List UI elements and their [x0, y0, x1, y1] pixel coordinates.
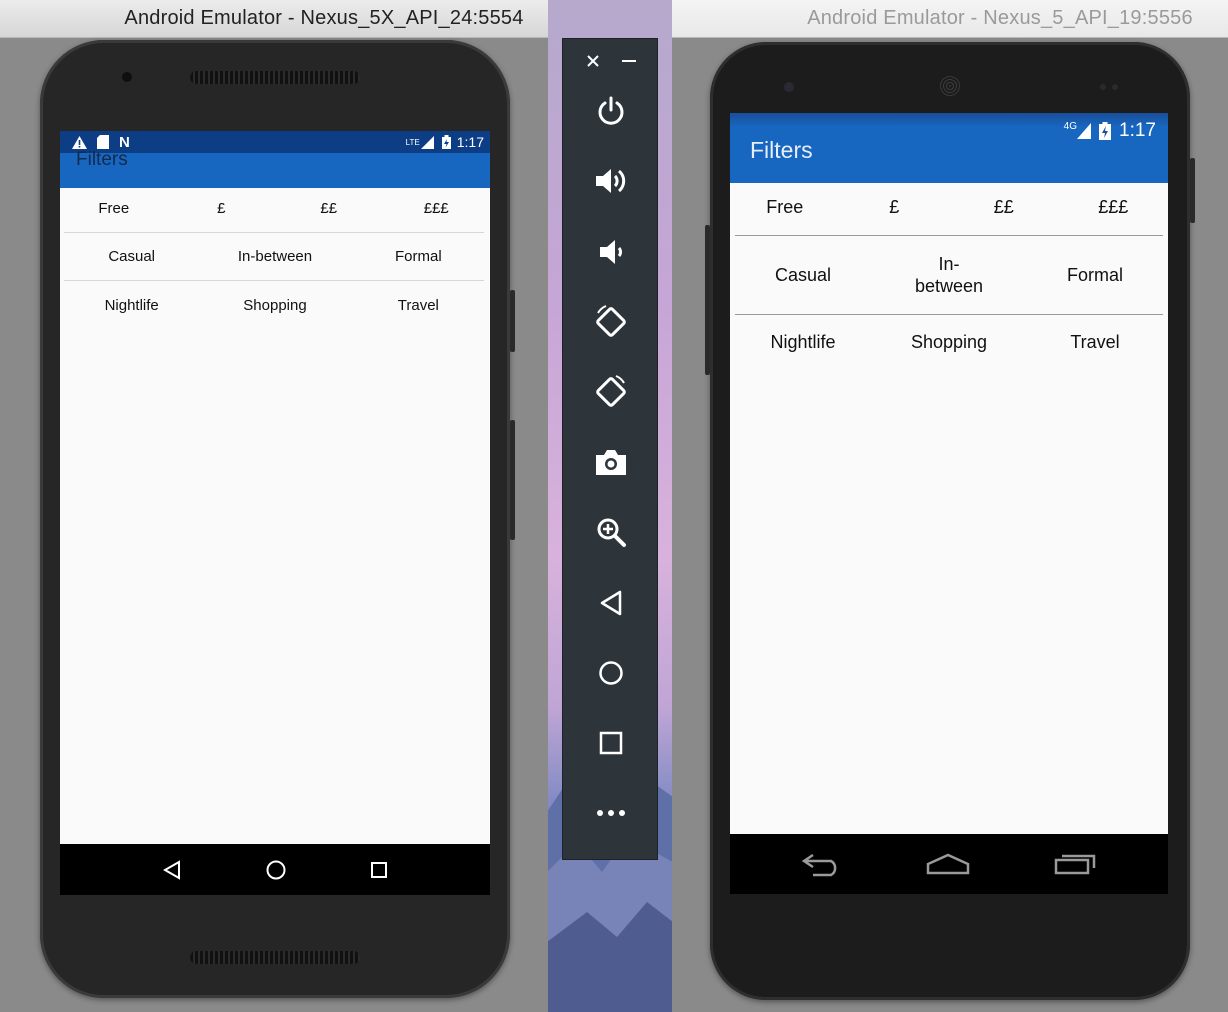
volume-side-button[interactable]	[510, 420, 515, 540]
earpiece-speaker	[940, 76, 960, 96]
filter-price-2[interactable]: ££	[949, 197, 1059, 219]
sd-card-icon	[97, 135, 109, 149]
style-filter-row: Casual In-between Formal	[60, 241, 490, 273]
power-button[interactable]	[563, 86, 659, 136]
more-icon	[597, 810, 625, 816]
row-divider	[735, 235, 1163, 236]
rotate-left-button[interactable]	[563, 297, 659, 347]
overview-button[interactable]	[563, 718, 659, 768]
volume-down-icon	[600, 240, 622, 264]
power-icon	[598, 96, 624, 125]
sensor-dot	[1112, 84, 1118, 90]
volume-side-button[interactable]	[705, 225, 710, 375]
filter-shopping[interactable]: Shopping	[203, 297, 346, 315]
filter-formal[interactable]: Formal	[1022, 265, 1168, 287]
volume-up-icon	[596, 169, 626, 193]
toolbar-header	[563, 49, 657, 73]
window-title: Android Emulator - Nexus_5_API_19:5556	[807, 7, 1193, 29]
zoom-icon	[597, 518, 626, 547]
filter-nightlife[interactable]: Nightlife	[730, 332, 876, 354]
rotate-right-icon	[596, 375, 626, 407]
overview-icon	[599, 731, 623, 755]
camera-icon	[596, 450, 626, 475]
status-bar: 4G 1:17	[730, 113, 1168, 149]
network-type-label: 4G	[1063, 121, 1078, 132]
filter-travel[interactable]: Travel	[347, 297, 490, 315]
n-notification-icon: N	[119, 133, 130, 151]
filter-formal[interactable]: Formal	[347, 248, 490, 266]
home-icon	[599, 661, 623, 685]
filter-in-between[interactable]: In-between	[203, 248, 346, 266]
zoom-button[interactable]	[563, 507, 659, 557]
back-nav-icon[interactable]	[162, 859, 182, 880]
row-divider	[64, 232, 484, 233]
recents-nav-icon[interactable]	[1053, 852, 1097, 876]
battery-charging-icon	[1099, 122, 1112, 140]
row-divider	[735, 314, 1163, 315]
more-button[interactable]	[563, 788, 659, 838]
volume-up-button[interactable]	[563, 156, 659, 206]
recents-nav-icon[interactable]	[370, 861, 388, 879]
emulator-toolbar	[562, 38, 658, 860]
window-title: Android Emulator - Nexus_5X_API_24:5554	[124, 7, 524, 29]
home-nav-icon[interactable]	[925, 852, 971, 876]
window-titlebar[interactable]: Android Emulator - Nexus_5X_API_24:5554	[0, 0, 548, 38]
minimize-icon[interactable]	[622, 60, 636, 63]
rotate-left-icon	[596, 305, 626, 337]
home-button[interactable]	[563, 648, 659, 698]
home-nav-icon[interactable]	[265, 859, 287, 881]
filter-casual[interactable]: Casual	[60, 248, 203, 266]
sensor-dot	[1100, 84, 1106, 90]
filter-price-3[interactable]: £££	[1059, 197, 1169, 219]
power-side-button[interactable]	[510, 290, 515, 352]
bottom-speaker	[190, 951, 360, 964]
filter-casual[interactable]: Casual	[730, 265, 876, 287]
device-screen-right[interactable]: Filters 4G 1:17 Free £ ££ £££ Casual In-…	[730, 113, 1168, 834]
price-filter-row: Free £ ££ £££	[730, 189, 1168, 227]
front-camera	[784, 82, 794, 92]
row-divider	[64, 280, 484, 281]
front-camera	[122, 72, 132, 82]
filter-price-1[interactable]: £	[840, 197, 950, 219]
signal-icon	[1077, 123, 1092, 139]
filter-in-between[interactable]: In- between	[876, 254, 1022, 297]
window-titlebar[interactable]: Android Emulator - Nexus_5_API_19:5556	[672, 0, 1228, 38]
warning-icon	[72, 135, 87, 149]
back-button[interactable]	[563, 578, 659, 628]
power-side-button[interactable]	[1190, 158, 1195, 223]
activity-filter-row: Nightlife Shopping Travel	[730, 324, 1168, 362]
battery-icon	[441, 135, 451, 149]
back-nav-icon[interactable]	[801, 851, 843, 877]
filter-nightlife[interactable]: Nightlife	[60, 297, 203, 315]
price-filter-row: Free £ ££ £££	[60, 193, 490, 225]
style-filter-row: Casual In- between Formal	[730, 247, 1168, 305]
volume-down-button[interactable]	[563, 227, 659, 277]
top-speaker	[190, 71, 360, 84]
network-type-label: LTE	[405, 137, 420, 147]
navigation-bar	[730, 834, 1168, 894]
device-screen-left[interactable]: N LTE 1:17 Filters Free £ ££ £££ Casual …	[60, 131, 490, 844]
filter-price-2[interactable]: ££	[275, 200, 383, 218]
rotate-right-button[interactable]	[563, 367, 659, 417]
app-bar: Filters	[60, 149, 490, 188]
close-icon[interactable]	[587, 55, 599, 67]
signal-icon	[420, 135, 434, 149]
screenshot-button[interactable]	[563, 437, 659, 487]
filter-price-3[interactable]: £££	[383, 200, 491, 218]
filter-shopping[interactable]: Shopping	[876, 332, 1022, 354]
filter-free[interactable]: Free	[60, 200, 168, 218]
back-icon	[600, 590, 622, 616]
activity-filter-row: Nightlife Shopping Travel	[60, 290, 490, 322]
filter-travel[interactable]: Travel	[1022, 332, 1168, 354]
status-time: 1:17	[456, 134, 484, 150]
filter-price-1[interactable]: £	[168, 200, 276, 218]
navigation-bar	[60, 844, 490, 895]
app-title: Filters	[76, 149, 128, 170]
status-time: 1:17	[1119, 120, 1156, 141]
filter-free[interactable]: Free	[730, 197, 840, 219]
